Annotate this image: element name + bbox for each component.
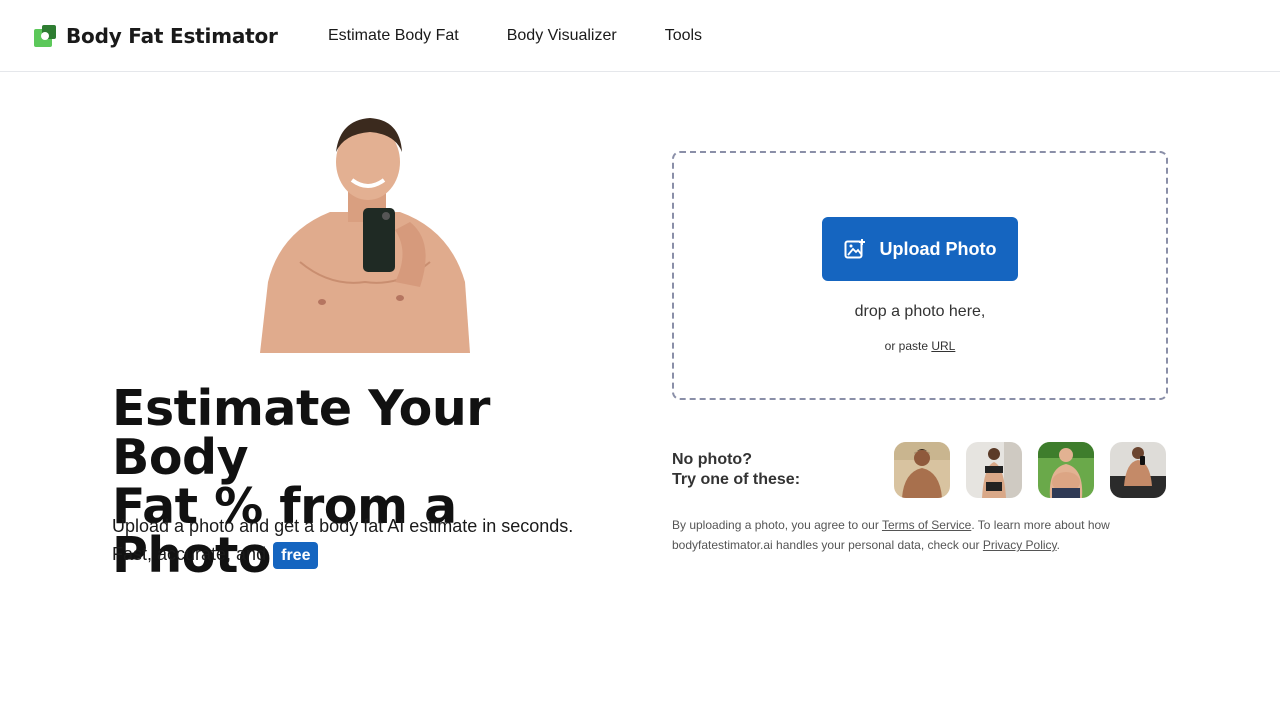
upload-photo-label: Upload Photo: [879, 238, 997, 259]
legal-notice: By uploading a photo, you agree to our T…: [672, 515, 1172, 555]
sample-photo-woman-mirror[interactable]: [966, 442, 1022, 498]
samples-label-line1: No photo?: [672, 451, 752, 468]
samples-label: No photo? Try one of these:: [672, 450, 800, 490]
top-navbar: Body Fat Estimator Estimate Body Fat Bod…: [0, 0, 1280, 72]
hero-photo: [260, 112, 470, 353]
image-plus-icon: [844, 239, 865, 259]
hero-title-line1: Estimate Your Body: [112, 380, 490, 486]
legal-text-1: By uploading a photo, you agree to our: [672, 518, 879, 532]
green-square-logo-icon: [34, 25, 56, 47]
sample-photo-man-gym[interactable]: [1110, 442, 1166, 498]
terms-of-service-link[interactable]: Terms of Service: [882, 518, 971, 532]
sample-photos: [894, 442, 1166, 498]
brand-link[interactable]: Body Fat Estimator: [34, 22, 278, 50]
paste-url-link[interactable]: URL: [931, 339, 955, 353]
sample-photo-man-backyard[interactable]: [1038, 442, 1094, 498]
drop-hint: drop a photo here,: [854, 303, 986, 320]
free-badge: free: [273, 541, 319, 569]
hero-subtitle: Upload a photo and get a body fat AI est…: [112, 512, 612, 569]
brand-name: Body Fat Estimator: [66, 24, 278, 48]
samples-label-line2: Try one of these:: [672, 471, 801, 488]
privacy-policy-link[interactable]: Privacy Policy: [983, 538, 1057, 552]
nav-tools[interactable]: Tools: [665, 27, 702, 45]
nav-body-visualizer[interactable]: Body Visualizer: [507, 27, 617, 45]
sample-photo-man-outdoors[interactable]: [894, 442, 950, 498]
hero-subtitle-line1: Upload a photo and get a body fat AI est…: [112, 516, 574, 536]
main-nav: Estimate Body Fat Body Visualizer Tools: [328, 0, 750, 72]
hero-subtitle-line2: Fast, accurate, and: [112, 544, 267, 564]
upload-photo-button[interactable]: Upload Photo: [822, 217, 1018, 281]
legal-text-3: .: [1056, 538, 1061, 552]
paste-hint: or paste URL: [674, 339, 1166, 353]
paste-prefix: or paste: [884, 339, 928, 353]
photo-dropzone[interactable]: Upload Photo drop a photo here, or paste…: [672, 151, 1168, 400]
nav-estimate-body-fat[interactable]: Estimate Body Fat: [328, 27, 459, 45]
